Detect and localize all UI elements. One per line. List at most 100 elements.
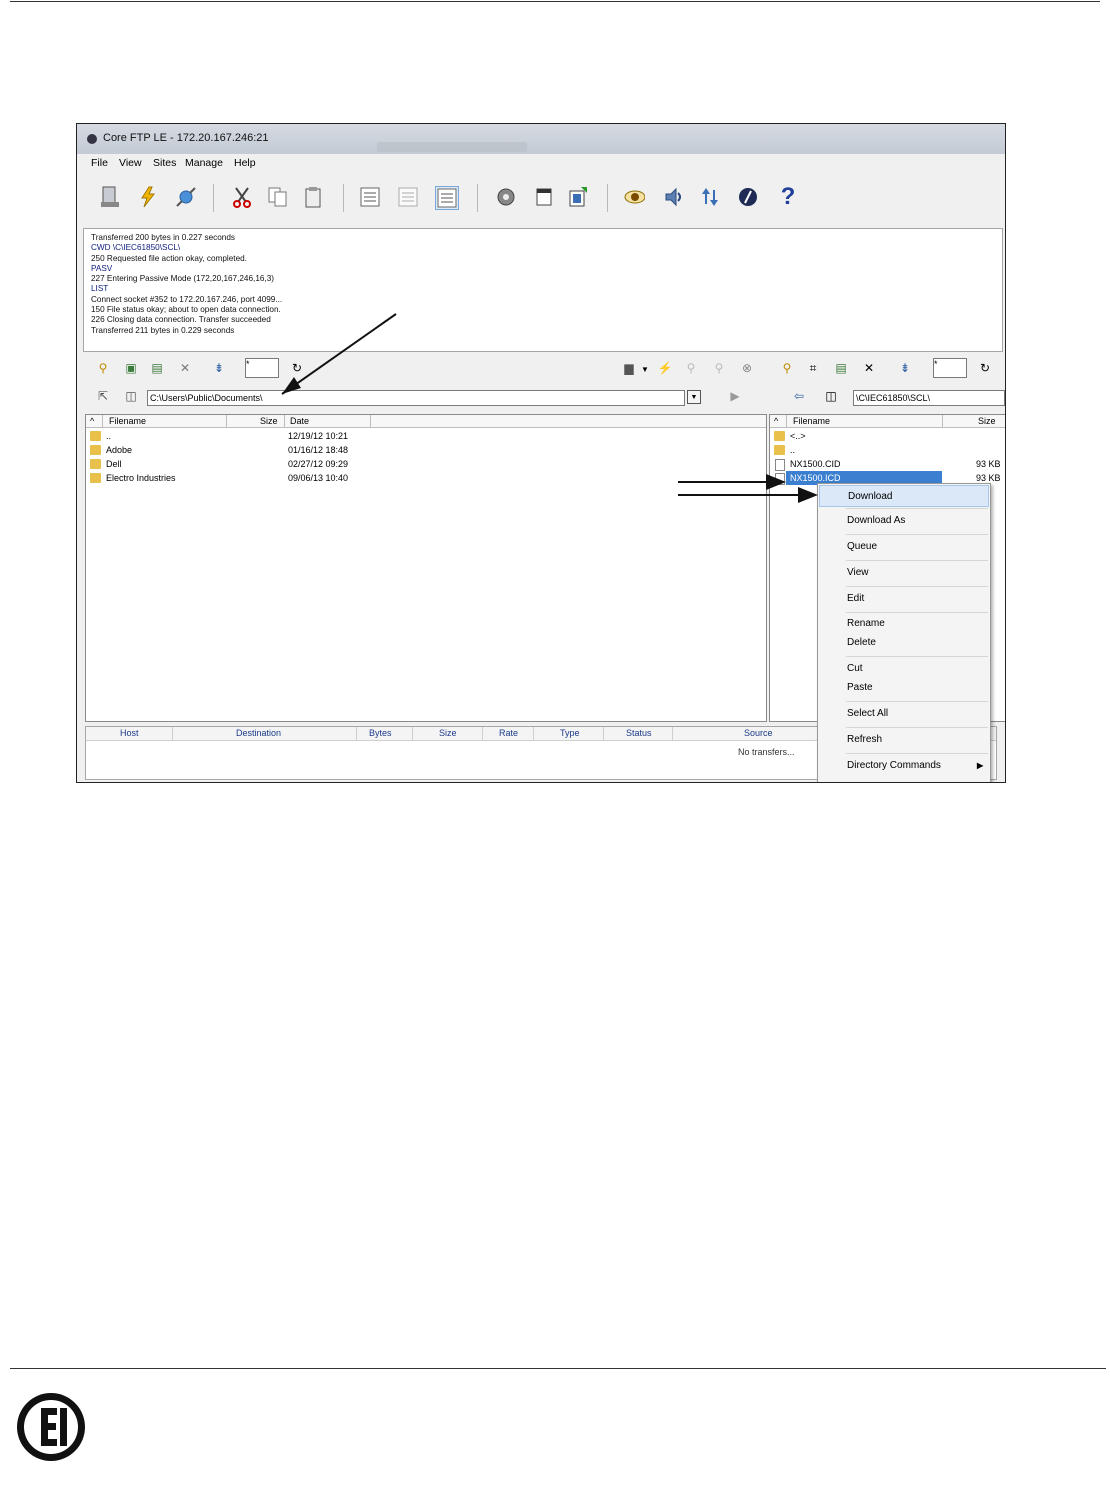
remote-col-filename[interactable]: Filename — [793, 415, 830, 427]
log-line: Connect socket #352 to 172.20.167.246, p… — [91, 294, 283, 304]
sort-icon[interactable]: ^ — [90, 415, 94, 427]
copy-files-icon[interactable]: ▣ — [123, 360, 139, 376]
folder-icon — [774, 431, 785, 441]
path-dropdown-icon[interactable]: ▼ — [687, 390, 701, 404]
menu-manage[interactable]: Manage — [185, 157, 223, 169]
select-icon[interactable]: ⌗ — [805, 360, 821, 376]
queue-col-size[interactable]: Size — [439, 728, 457, 738]
local-file-name: .. — [106, 431, 112, 441]
view-list-icon[interactable] — [397, 186, 419, 208]
local-col-filename[interactable]: Filename — [109, 415, 146, 427]
local-folder-icon[interactable]: ◫ — [123, 388, 139, 404]
log-line: 150 File status okay; about to open data… — [91, 305, 281, 315]
connect-small-icon[interactable]: ⚲ — [683, 360, 699, 376]
menu-sites[interactable]: Sites — [153, 157, 176, 169]
disconnect-small-icon[interactable]: ⚲ — [711, 360, 727, 376]
blurred-tab — [377, 142, 527, 152]
list-item[interactable]: Adobe 01/16/12 18:48 — [88, 443, 378, 457]
toolbar-separator — [607, 184, 608, 212]
quick-connect-icon[interactable] — [137, 186, 159, 208]
queue-col-destination[interactable]: Destination — [236, 728, 281, 738]
queue-col-type[interactable]: Type — [560, 728, 580, 738]
menu-item-download[interactable]: Download — [819, 485, 989, 507]
queue-col-rate[interactable]: Rate — [499, 728, 518, 738]
toolbar: ? — [77, 172, 1005, 224]
new-folder-icon[interactable]: ▤ — [149, 360, 165, 376]
sync-icon[interactable] — [699, 186, 721, 208]
chevron-down-icon[interactable]: ▼ — [637, 361, 653, 377]
local-up-icon[interactable]: ⇱ — [95, 388, 111, 404]
go-icon[interactable]: ▶ — [727, 388, 743, 404]
menu-item-delete[interactable]: Delete — [819, 632, 989, 654]
menu-item-directory-commands[interactable]: Directory Commands ▶ — [819, 755, 989, 777]
cut-icon[interactable] — [231, 186, 253, 208]
header-rule — [10, 1, 1100, 2]
delete-icon[interactable]: ✕ — [177, 360, 193, 376]
eye-icon[interactable] — [623, 186, 645, 208]
transfer-icon[interactable] — [567, 186, 589, 208]
view-details-icon[interactable] — [359, 186, 381, 208]
search-icon[interactable]: ⚲ — [95, 360, 111, 376]
toolbar-separator — [213, 184, 214, 212]
menu-item-queue[interactable]: Queue — [819, 536, 989, 558]
list-item[interactable]: Dell 02/27/12 09:29 — [88, 457, 378, 471]
view-report-icon[interactable] — [435, 186, 459, 210]
copy-icon[interactable] — [267, 186, 289, 208]
queue-col-source[interactable]: Source — [744, 728, 773, 738]
log-line: Transferred 200 bytes in 0.227 seconds — [91, 233, 235, 242]
help-icon[interactable]: ? — [777, 183, 799, 210]
local-file-name: Dell — [106, 459, 122, 469]
queue-empty-text: No transfers... — [738, 747, 795, 757]
local-column-header: ^ Filename Size Date — [86, 415, 766, 428]
queue-col-host[interactable]: Host — [120, 728, 139, 738]
list-item[interactable]: NX1500.CID 93 KB — [772, 457, 1005, 471]
delete-icon[interactable]: ✕ — [861, 360, 877, 376]
filter-icon[interactable]: ⇟ — [897, 360, 913, 376]
connect-icon[interactable] — [175, 186, 197, 208]
speaker-icon[interactable] — [663, 186, 685, 208]
remote-file-name: NX1500.CID — [790, 459, 841, 469]
remote-col-size[interactable]: Size — [978, 415, 996, 427]
local-filter-input[interactable]: * — [245, 358, 279, 378]
menu-file[interactable]: File — [91, 157, 108, 169]
local-col-size[interactable]: Size — [260, 415, 278, 427]
queue-col-status[interactable]: Status — [626, 728, 652, 738]
menu-item-edit[interactable]: Edit — [819, 588, 989, 610]
folder-icon — [90, 473, 101, 483]
local-col-date[interactable]: Date — [290, 415, 309, 427]
menu-item-select-all[interactable]: Select All — [819, 703, 989, 725]
list-item[interactable]: <..> — [772, 429, 1005, 443]
site-manager-icon[interactable] — [99, 186, 121, 208]
menu-help[interactable]: Help — [234, 157, 256, 169]
refresh-icon[interactable]: ↻ — [977, 360, 993, 376]
drive-icon[interactable]: ▆ — [621, 360, 637, 376]
search-icon[interactable]: ⚲ — [779, 360, 795, 376]
quick-connect-small-icon[interactable]: ⚡ — [657, 360, 673, 376]
new-folder-icon[interactable]: ▤ — [833, 360, 849, 376]
menu-view[interactable]: View — [119, 157, 142, 169]
menu-item-download-as[interactable]: Download As — [819, 510, 989, 532]
remote-path-input[interactable]: \C\IEC61850\SCL\ — [853, 390, 1005, 406]
filter-icon[interactable]: ⇟ — [211, 360, 227, 376]
list-item[interactable]: Electro Industries 09/06/13 10:40 — [88, 471, 378, 485]
remote-up-icon[interactable]: ⇦ — [791, 388, 807, 404]
queue-col-bytes[interactable]: Bytes — [369, 728, 392, 738]
refresh-icon[interactable]: ↻ — [289, 360, 305, 376]
menu-item-view[interactable]: View — [819, 562, 989, 584]
context-menu: Download Download As Queue View Edit Ren… — [817, 483, 991, 782]
remote-folder-icon[interactable]: ◫ — [823, 388, 839, 404]
menu-item-refresh[interactable]: Refresh — [819, 729, 989, 751]
about-logo-icon[interactable] — [737, 186, 759, 208]
script-icon[interactable] — [533, 186, 555, 208]
local-path-input[interactable]: C:\Users\Public\Documents\ — [147, 390, 685, 406]
gear-icon[interactable] — [495, 186, 517, 208]
remote-filter-input[interactable]: * — [933, 358, 967, 378]
paste-icon[interactable] — [303, 186, 325, 208]
menu-item-paste[interactable]: Paste — [819, 677, 989, 699]
abort-icon[interactable]: ⊗ — [739, 360, 755, 376]
list-item[interactable]: .. 12/19/12 10:21 — [88, 429, 378, 443]
sort-icon[interactable]: ^ — [774, 415, 778, 427]
local-file-date: 01/16/12 18:48 — [288, 445, 349, 455]
list-item[interactable]: .. — [772, 443, 1005, 457]
remote-file-name: <..> — [790, 431, 806, 441]
